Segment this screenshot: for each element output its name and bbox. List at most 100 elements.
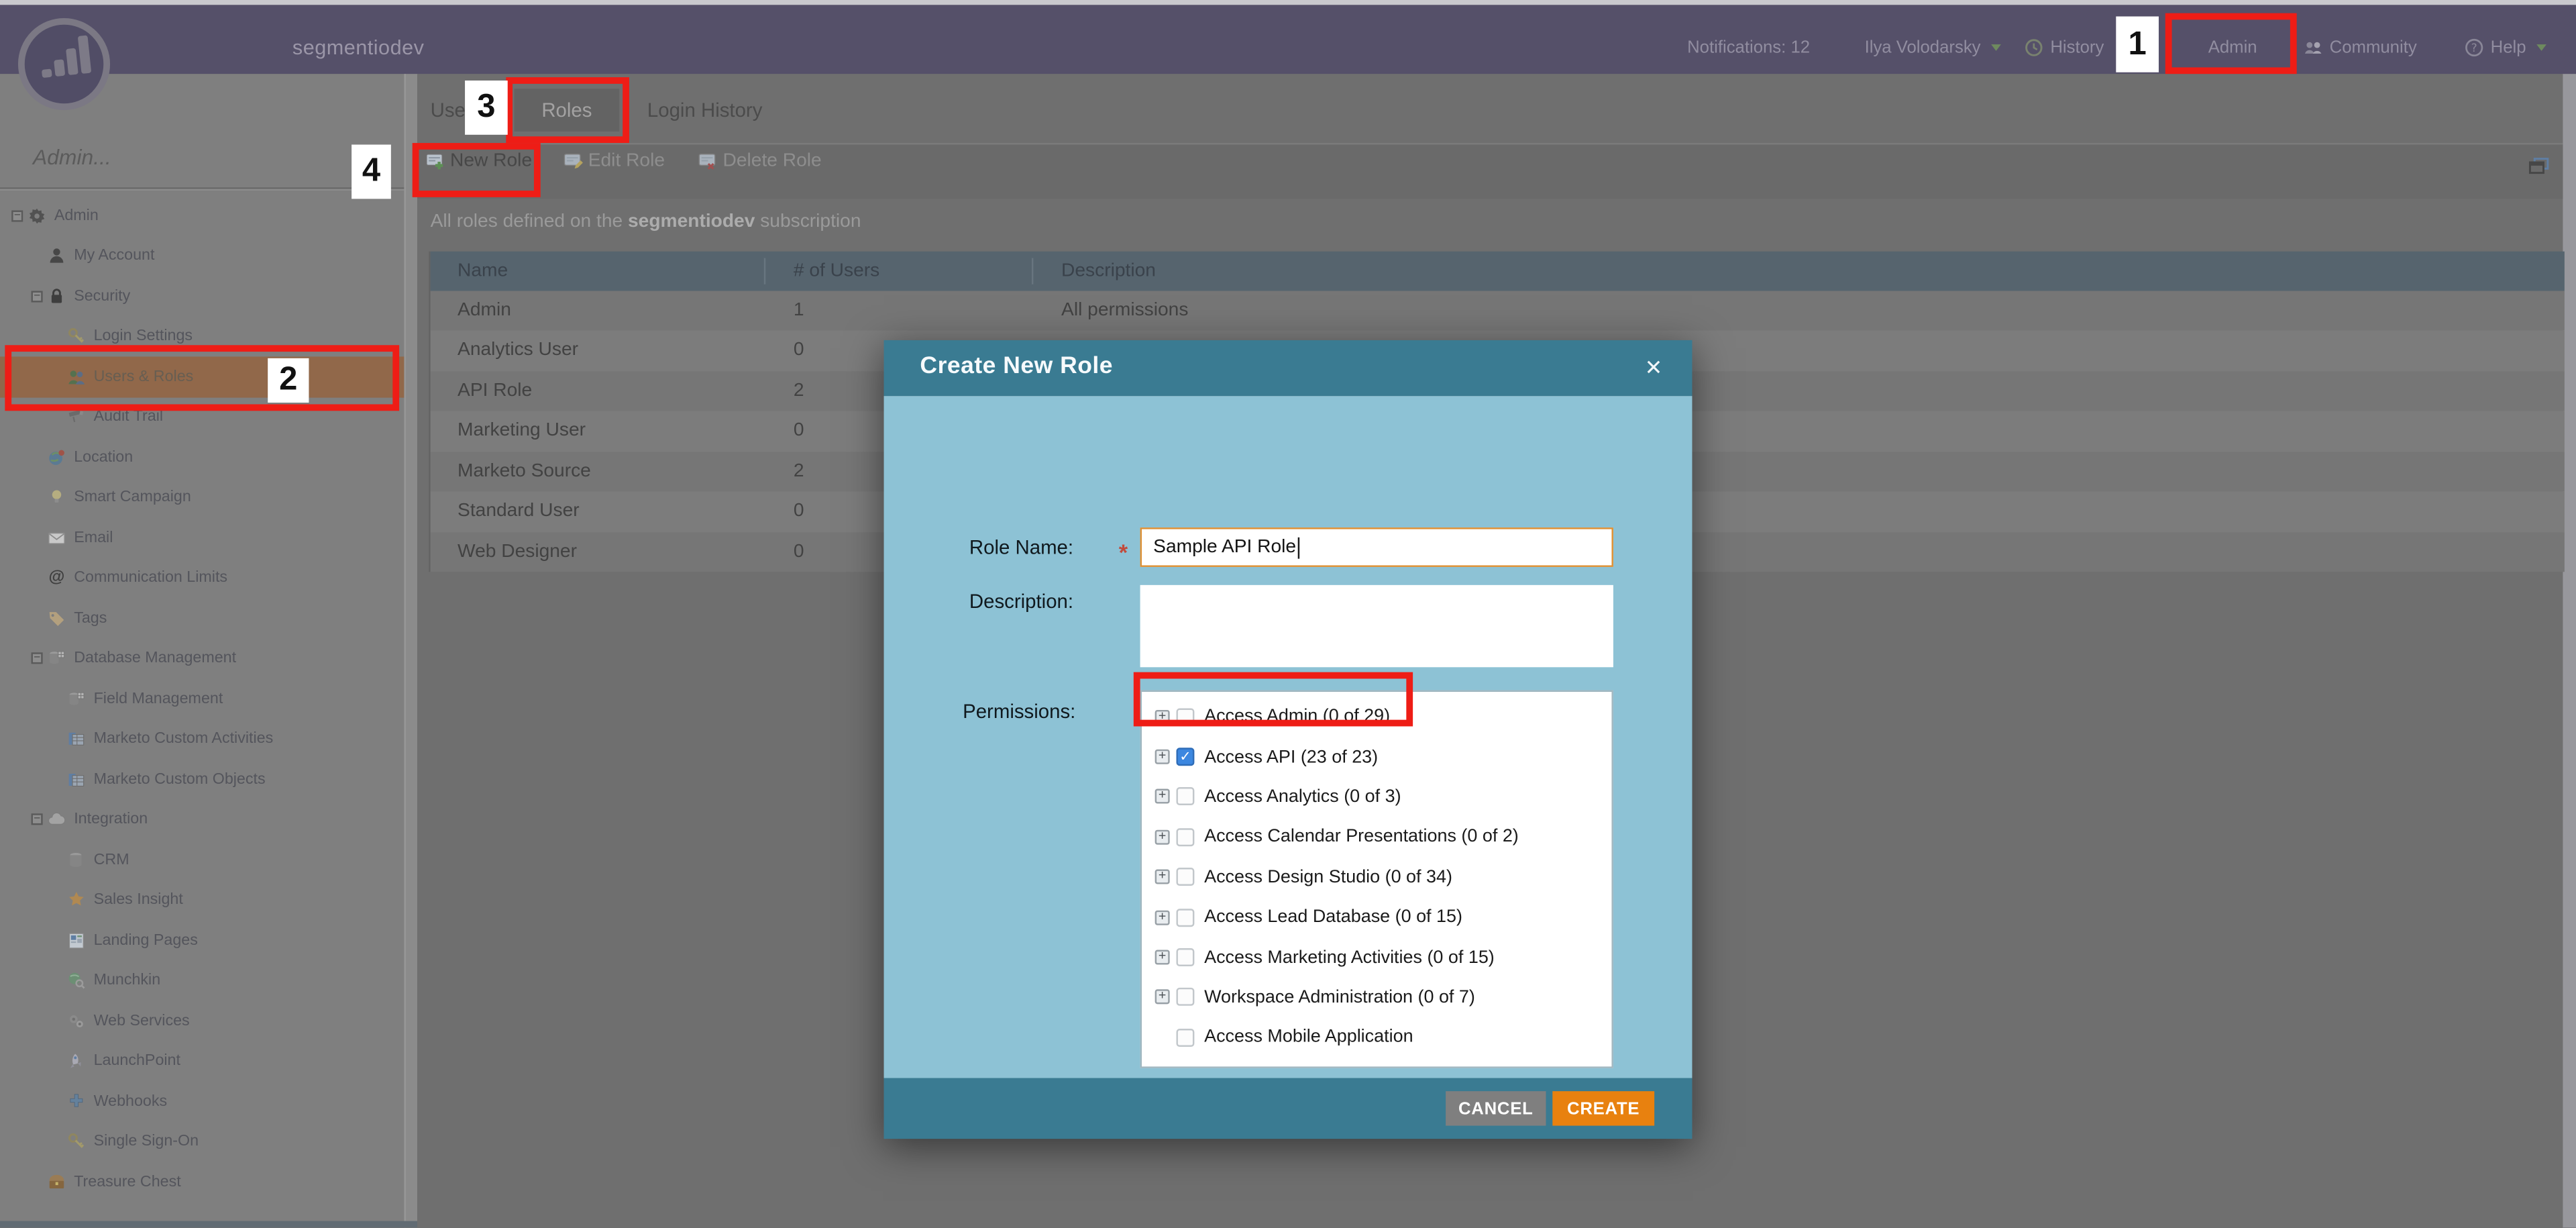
collapse-icon[interactable]: −	[32, 291, 43, 302]
permission-access-api-23-of-23[interactable]: +✓Access API (23 of 23)	[1142, 737, 1611, 777]
cancel-button[interactable]: CANCEL	[1446, 1091, 1546, 1125]
expand-icon[interactable]: +	[1155, 829, 1170, 844]
pages-icon	[67, 931, 85, 950]
page-scrollbar[interactable]	[2563, 74, 2576, 1227]
tab-login-history[interactable]: Login History	[647, 99, 763, 121]
annotation-box-1	[2165, 13, 2297, 74]
text-cursor	[1298, 537, 1299, 558]
sidebar-item-sales-insight[interactable]: Sales Insight	[0, 880, 404, 920]
expand-icon[interactable]: +	[1155, 870, 1170, 884]
permission-access-design-studio-0-of-34[interactable]: +Access Design Studio (0 of 34)	[1142, 857, 1611, 897]
sidebar-item-marketo-custom-objects[interactable]: Marketo Custom Objects	[0, 759, 404, 799]
sidebar-item-label: Database Management	[74, 650, 236, 668]
permission-workspace-administration-0-of-7[interactable]: + Workspace Administration (0 of 7)	[1142, 977, 1611, 1017]
sidebar-item-communication-limits[interactable]: @Communication Limits	[0, 558, 404, 598]
nav-user-menu[interactable]: Ilya Volodarsky	[1865, 37, 2000, 56]
expand-icon[interactable]: +	[1155, 790, 1170, 805]
sidebar-item-label: Single Sign-On	[94, 1133, 199, 1151]
sidebar-item-label: Treasure Chest	[74, 1173, 180, 1191]
sidebar-item-single-sign-on[interactable]: Single Sign-On	[0, 1121, 404, 1162]
database-icon	[67, 851, 85, 869]
sidebar-item-munchkin[interactable]: Munchkin	[0, 960, 404, 1001]
sidebar-scrollbar[interactable]	[404, 74, 417, 1227]
toggle-panel-icon[interactable]	[2528, 156, 2550, 178]
tableblue-icon	[67, 770, 85, 788]
permission-access-marketing-activities-0-of-15[interactable]: + Access Marketing Activities (0 of 15)	[1142, 937, 1611, 978]
roles-subtitle: All roles defined on the segmentiodev su…	[431, 212, 861, 232]
permission-access-analytics-0-of-3[interactable]: +Access Analytics (0 of 3)	[1142, 777, 1611, 817]
permission-checkbox[interactable]	[1176, 908, 1194, 926]
marketo-admin-screen: segmentiodev Notifications: 12 Ilya Volo…	[0, 0, 2576, 1228]
permission-access-mobile-application[interactable]: Access Mobile Application	[1142, 1017, 1611, 1058]
permission-checkbox[interactable]	[1176, 868, 1194, 886]
sidebar-item-integration[interactable]: −Integration	[0, 799, 404, 839]
delete-role-icon	[698, 151, 718, 170]
sidebar-item-tags[interactable]: Tags	[0, 598, 404, 638]
create-button[interactable]: CREATE	[1552, 1091, 1654, 1125]
nav-help[interactable]: ? Help	[2464, 37, 2545, 56]
column-header-users[interactable]: # of Users	[765, 257, 1033, 283]
permission-label: Workspace Administration (0 of 7)	[1204, 988, 1475, 1007]
nav-notifications[interactable]: Notifications: 12	[1687, 37, 1810, 56]
sidebar-item-my-account[interactable]: My Account	[0, 236, 404, 276]
close-icon[interactable]: ✕	[1645, 355, 1663, 381]
sidebar-search-input[interactable]: Admin...	[33, 145, 111, 170]
collapse-icon[interactable]: −	[32, 653, 43, 664]
expand-icon[interactable]: +	[1155, 950, 1170, 965]
delete-role-button[interactable]: Delete Role	[698, 151, 822, 170]
sidebar-item-web-services[interactable]: Web Services	[0, 1001, 404, 1041]
sidebar-item-security[interactable]: −Security	[0, 276, 404, 316]
permission-checkbox[interactable]	[1176, 788, 1194, 806]
gears-icon	[67, 1012, 85, 1030]
permission-checkbox[interactable]	[1176, 988, 1194, 1007]
permission-access-lead-database-0-of-15[interactable]: + Access Lead Database (0 of 15)	[1142, 897, 1611, 937]
permission-access-calendar-presentations-0-of-2[interactable]: + Access Calendar Presentations (0 of 2)	[1142, 817, 1611, 858]
permission-label: Access Calendar Presentations (0 of 2)	[1204, 827, 1519, 847]
collapse-icon[interactable]: −	[11, 210, 23, 221]
column-header-name[interactable]: Name	[429, 257, 765, 283]
expand-icon[interactable]: +	[1155, 910, 1170, 925]
column-header-description[interactable]: Description	[1033, 257, 2564, 283]
sidebar-item-launchpoint[interactable]: LaunchPoint	[0, 1041, 404, 1081]
dialog-header[interactable]: Create New Role ✕	[884, 340, 1693, 396]
sidebar-item-treasure-chest[interactable]: Treasure Chest	[0, 1162, 404, 1202]
dbgrid-icon	[67, 690, 85, 708]
permission-checkbox-checked[interactable]: ✓	[1176, 748, 1194, 766]
edit-role-button[interactable]: Edit Role	[564, 151, 665, 170]
sidebar-item-landing-pages[interactable]: Landing Pages	[0, 920, 404, 960]
sidebar-item-admin[interactable]: −Admin	[0, 195, 404, 236]
table-row-admin[interactable]: Admin1All permissions	[429, 290, 2564, 330]
permission-checkbox[interactable]	[1176, 828, 1194, 846]
sidebar-item-label: Tags	[74, 609, 107, 627]
sidebar-item-label: CRM	[94, 851, 129, 869]
expand-icon[interactable]: +	[1155, 990, 1170, 1005]
collapse-icon[interactable]: −	[32, 814, 43, 825]
permission-label: Access Marketing Activities (0 of 15)	[1204, 948, 1495, 967]
role-name-label: Role Name:	[969, 535, 1073, 558]
keys-icon	[67, 327, 85, 346]
sidebar-divider	[0, 187, 404, 191]
marketo-logo[interactable]	[18, 18, 110, 110]
permission-label: Access Lead Database (0 of 15)	[1204, 907, 1462, 927]
nav-history[interactable]: History	[2024, 37, 2104, 56]
sidebar-item-database-management[interactable]: − Database Management	[0, 638, 404, 678]
gear-icon	[28, 207, 46, 225]
sidebar-item-label: Marketo Custom Activities	[94, 730, 274, 748]
expand-icon[interactable]: +	[1155, 750, 1170, 764]
role-name-input[interactable]: Sample API Role	[1140, 527, 1613, 567]
nav-community[interactable]: Community	[2303, 37, 2416, 56]
permission-checkbox[interactable]	[1176, 948, 1194, 966]
sidebar-item-webhooks[interactable]: Webhooks	[0, 1081, 404, 1121]
sidebar-item-smart-campaign[interactable]: Smart Campaign	[0, 477, 404, 517]
sidebar-item-location[interactable]: Location	[0, 437, 404, 477]
cloud-icon	[48, 811, 66, 829]
sidebar-item-label: Field Management	[94, 690, 223, 708]
sidebar-item-email[interactable]: Email	[0, 517, 404, 558]
history-icon	[2024, 37, 2043, 56]
permission-checkbox[interactable]	[1176, 1029, 1194, 1047]
star-icon	[67, 891, 85, 909]
sidebar-item-marketo-custom-activities[interactable]: Marketo Custom Activities	[0, 719, 404, 759]
sidebar-item-field-management[interactable]: Field Management	[0, 678, 404, 719]
description-textarea[interactable]	[1140, 585, 1613, 667]
sidebar-item-crm[interactable]: CRM	[0, 839, 404, 880]
